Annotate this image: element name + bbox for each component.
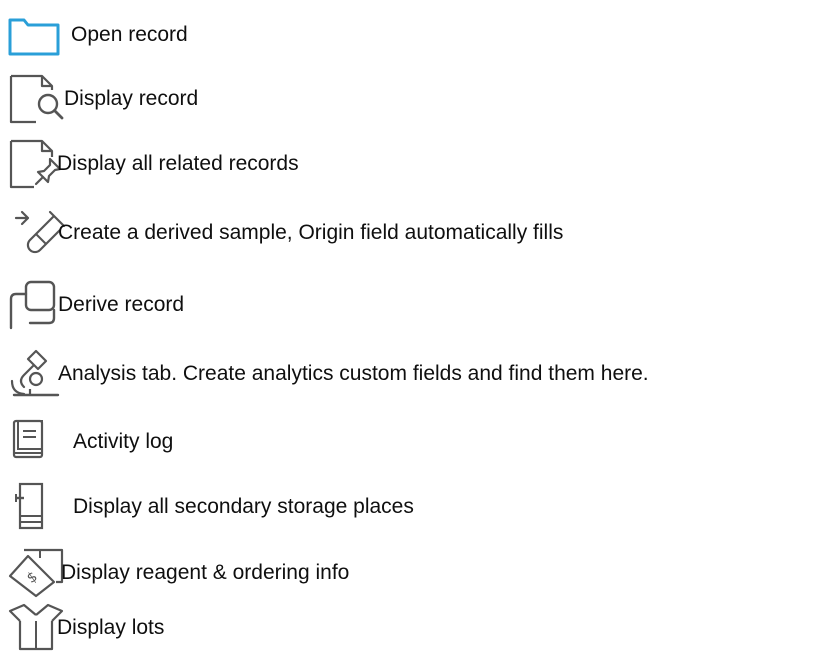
legend-label-reagent-ordering: Display reagent & ordering info <box>61 561 350 584</box>
legend-row-related-records: Display all related records <box>0 137 822 191</box>
legend-label-derive-record: Derive record <box>58 293 185 316</box>
legend-label-related-records: Display all related records <box>57 152 299 175</box>
copy-squares-icon <box>6 278 66 332</box>
legend-row-storage-places: Display all secondary storage places <box>0 480 822 534</box>
legend-row-activity-log: Activity log <box>0 415 822 469</box>
storage-cabinet-icon <box>6 480 66 534</box>
legend-label-display-record: Display record <box>64 87 199 110</box>
legend-row-derive-record: Derive record <box>0 278 822 332</box>
microscope-icon <box>6 347 66 401</box>
log-book-icon <box>6 415 66 469</box>
legend-row-open-record: Open record <box>0 8 822 62</box>
legend-label-derived-sample: Create a derived sample, Origin field au… <box>58 221 564 244</box>
price-tag-icon: $ <box>6 546 66 600</box>
legend-label-display-lots: Display lots <box>57 616 165 639</box>
legend-row-derived-sample: Create a derived sample, Origin field au… <box>0 206 822 260</box>
legend-row-display-lots: Display lots <box>0 601 822 655</box>
legend-label-storage-places: Display all secondary storage places <box>73 495 414 518</box>
legend-row-reagent-ordering: $ Display reagent & ordering info <box>0 546 822 600</box>
document-search-icon <box>6 72 66 126</box>
legend-label-activity-log: Activity log <box>73 430 174 453</box>
test-tube-derive-icon <box>6 206 66 260</box>
folder-icon <box>6 14 66 68</box>
legend-row-analysis-tab: Analysis tab. Create analytics custom fi… <box>0 347 822 401</box>
legend-label-analysis-tab: Analysis tab. Create analytics custom fi… <box>58 362 649 385</box>
legend-row-display-record: Display record <box>0 72 822 126</box>
legend-label-open-record: Open record <box>71 23 188 46</box>
svg-text:$: $ <box>24 569 40 587</box>
